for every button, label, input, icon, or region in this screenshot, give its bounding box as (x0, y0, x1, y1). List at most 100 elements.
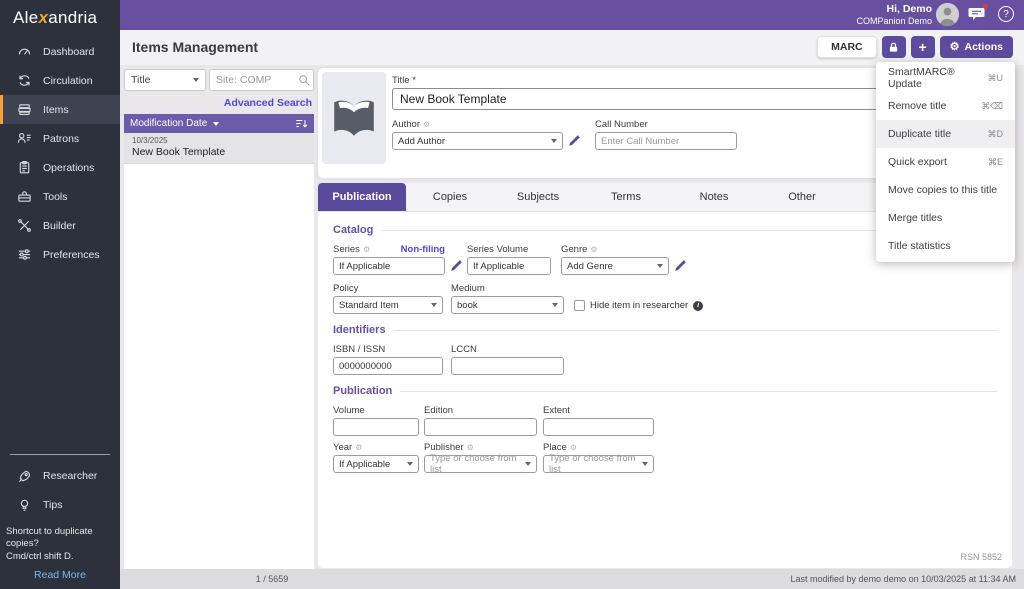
lccn-input[interactable] (451, 357, 564, 375)
menu-item-remove-title[interactable]: Remove title ⌘⌫ (876, 92, 1015, 120)
policy-value: Standard Item (339, 300, 399, 311)
sidebar-item-researcher[interactable]: Researcher (0, 462, 120, 491)
page-title: Items Management (132, 39, 258, 55)
sidebar-item-preferences[interactable]: Preferences (0, 240, 120, 269)
sidebar-item-patrons[interactable]: Patrons (0, 124, 120, 153)
catalog-heading: Catalog (333, 224, 373, 236)
publication-heading: Publication (333, 385, 392, 397)
hide-item-checkbox[interactable] (574, 300, 585, 311)
sidebar-item-tools[interactable]: Tools (0, 182, 120, 211)
sidebar-item-dashboard[interactable]: Dashboard (0, 37, 120, 66)
menu-item-move-copies[interactable]: Move copies to this title (876, 176, 1015, 204)
call-number-input[interactable] (595, 132, 737, 150)
actions-label: Actions (964, 41, 1003, 53)
series-input[interactable] (333, 257, 445, 275)
page-header: Items Management MARC + ⚙ Actions (120, 30, 1024, 65)
advanced-search-link[interactable]: Advanced Search (120, 91, 318, 114)
policy-label: Policy (333, 283, 443, 294)
gear-icon: ⚙ (950, 42, 960, 53)
chevron-down-icon (552, 303, 558, 307)
sort-options-icon[interactable] (295, 118, 308, 130)
extent-input[interactable] (543, 418, 654, 436)
edition-input[interactable] (424, 418, 537, 436)
place-placeholder: Type or choose from list (549, 453, 642, 475)
chevron-down-icon (193, 78, 199, 82)
tab-subjects[interactable]: Subjects (494, 183, 582, 211)
isbn-input[interactable] (333, 357, 443, 375)
identifiers-row: ISBN / ISSN LCCN (333, 344, 997, 375)
search-icon (298, 74, 310, 86)
add-title-button[interactable]: + (911, 36, 935, 58)
account-name: COMPanion Demo (856, 16, 932, 26)
tab-publication[interactable]: Publication (318, 183, 406, 211)
menu-item-quick-export[interactable]: Quick export ⌘E (876, 148, 1015, 176)
sort-header-left: Modification Date (130, 118, 219, 129)
genre-label: Genre ⚙ (561, 244, 669, 255)
sidebar-item-circulation[interactable]: Circulation (0, 66, 120, 95)
field-gear-icon: ⚙ (590, 246, 597, 254)
sort-header[interactable]: Modification Date (124, 114, 314, 133)
read-more-link[interactable]: Read More (0, 563, 120, 589)
edit-author-pencil-icon[interactable] (567, 134, 581, 148)
chevron-down-icon (642, 462, 648, 466)
lock-button[interactable] (882, 36, 906, 58)
policy-select[interactable]: Standard Item (333, 296, 443, 314)
menu-item-label: SmartMARC® Update (888, 66, 988, 90)
menu-item-title-statistics[interactable]: Title statistics (876, 232, 1015, 260)
edit-series-pencil-icon[interactable] (449, 259, 463, 273)
series-volume-input[interactable] (467, 257, 551, 275)
search-field-select[interactable]: Title (124, 69, 206, 91)
place-label: Place ⚙ (543, 442, 654, 453)
top-bar: Hi, Demo COMPanion Demo ? (120, 0, 1024, 30)
year-block: Year ⚙ If Applicable (333, 442, 419, 473)
menu-item-merge-titles[interactable]: Merge titles (876, 204, 1015, 232)
actions-button[interactable]: ⚙ Actions (940, 36, 1013, 58)
menu-item-duplicate-title[interactable]: Duplicate title ⌘D (876, 120, 1015, 148)
tab-copies[interactable]: Copies (406, 183, 494, 211)
volume-input[interactable] (333, 418, 419, 436)
non-filing-link[interactable]: Non-filing (401, 244, 445, 255)
volume-label: Volume (333, 405, 419, 416)
year-label: Year ⚙ (333, 442, 419, 453)
lccn-block: LCCN (451, 344, 564, 375)
sidebar-item-label: Researcher (43, 470, 97, 482)
sidebar-item-operations[interactable]: Operations (0, 153, 120, 182)
identifiers-section-header: Identifiers (333, 324, 997, 336)
tab-notes[interactable]: Notes (670, 183, 758, 211)
builder-icon (17, 218, 32, 233)
hide-item-label: Hide item in researcher (590, 300, 688, 311)
results-panel: Title Advanced Search Modification Date … (120, 65, 318, 569)
publication-section-header: Publication (333, 385, 997, 397)
publisher-select[interactable]: Type or choose from list (424, 455, 537, 473)
sort-field-label: Modification Date (130, 118, 207, 129)
help-button[interactable]: ? (998, 6, 1014, 22)
chevron-down-icon (657, 264, 663, 268)
sidebar-item-tips[interactable]: Tips (0, 491, 120, 520)
series-label-text: Series (333, 244, 360, 255)
isbn-label: ISBN / ISSN (333, 344, 443, 355)
marc-button[interactable]: MARC (817, 36, 877, 58)
genre-label-text: Genre (561, 244, 587, 255)
tab-terms[interactable]: Terms (582, 183, 670, 211)
cover-image-placeholder[interactable] (322, 72, 386, 164)
author-select[interactable]: Add Author (392, 132, 563, 150)
menu-item-smartmarc-update[interactable]: SmartMARC® Update ⌘U (876, 64, 1015, 92)
series-volume-label: Series Volume (467, 244, 551, 255)
menu-shortcut: ⌘U (988, 73, 1004, 84)
medium-select[interactable]: book (451, 296, 564, 314)
sidebar-item-builder[interactable]: Builder (0, 211, 120, 240)
menu-item-label: Remove title (888, 100, 946, 112)
year-select[interactable]: If Applicable (333, 455, 419, 473)
lightbulb-icon (17, 498, 32, 513)
sidebar-item-items[interactable]: Items (0, 95, 120, 124)
tab-other[interactable]: Other (758, 183, 846, 211)
preferences-icon (17, 247, 32, 262)
place-select[interactable]: Type or choose from list (543, 455, 654, 473)
list-item[interactable]: 10/3/2025 New Book Template (124, 133, 314, 164)
user-avatar[interactable] (936, 3, 959, 26)
genre-select[interactable]: Add Genre (561, 257, 669, 275)
result-date: 10/3/2025 (132, 136, 306, 145)
series-volume-block: Series Volume (467, 244, 551, 275)
messages-button[interactable] (968, 6, 986, 22)
edit-genre-pencil-icon[interactable] (673, 259, 687, 273)
